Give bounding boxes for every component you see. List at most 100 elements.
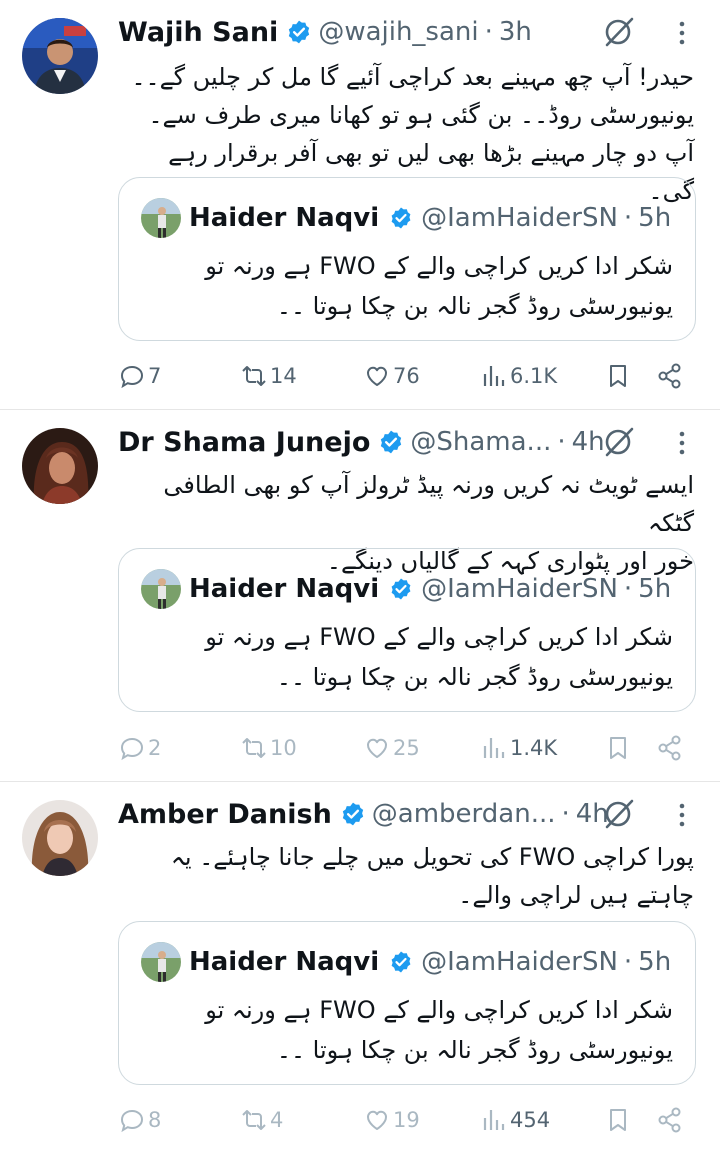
tweet-header: Dr Shama Junejo @Shama... · 4h xyxy=(118,424,605,460)
bookmark-icon xyxy=(610,737,626,759)
tweet-text-line: حیدر! آپ چھ مہینے بعد کراچی آئیے گا مل ک… xyxy=(131,63,694,91)
bookmark-button[interactable] xyxy=(604,1100,632,1140)
tweet-time[interactable]: 4h xyxy=(572,427,605,457)
like-count: 25 xyxy=(393,736,420,760)
tweet-text: پورا کراچی FWO کی تحویل میں چلے جانا چاہ… xyxy=(118,838,694,914)
quoted-text-line: شکر ادا کریں کراچی والے کے FWO ہے ورنہ ت… xyxy=(205,996,673,1024)
separator-dot: · xyxy=(484,17,493,47)
verified-badge-icon xyxy=(389,577,413,601)
reply-icon xyxy=(120,1109,144,1133)
reply-count: 8 xyxy=(148,1108,162,1132)
views-button[interactable]: 454 xyxy=(480,1100,550,1140)
tweet-text-line: یونیورسٹی روڈ۔۔ بن گئی ہو تو کھانا میری … xyxy=(148,101,694,129)
like-count: 19 xyxy=(393,1108,420,1132)
quoted-tweet-text: شکر ادا کریں کراچی والے کے FWO ہے ورنہ ت… xyxy=(139,617,673,697)
quoted-tweet-time: 5h xyxy=(638,947,672,977)
tweet[interactable]: Amber Danish @amberdan... · 4h پورا کراچ… xyxy=(0,782,720,1155)
grok-icon[interactable] xyxy=(602,425,636,459)
author-handle[interactable]: @Shama... xyxy=(410,427,551,457)
quoted-author-handle: @IamHaiderSN xyxy=(421,947,618,977)
quoted-tweet-text: شکر ادا کریں کراچی والے کے FWO ہے ورنہ ت… xyxy=(139,990,673,1070)
share-button[interactable] xyxy=(656,356,684,396)
author-avatar[interactable] xyxy=(22,428,98,504)
views-count: 454 xyxy=(510,1108,551,1132)
bookmark-icon xyxy=(610,365,626,387)
quoted-tweet-header: Haider Naqvi @IamHaiderSN · 5h xyxy=(189,198,671,238)
quoted-author-name: Haider Naqvi xyxy=(189,947,380,977)
tweet-time[interactable]: 3h xyxy=(499,17,532,47)
views-button[interactable]: 6.1K xyxy=(480,356,557,396)
views-icon xyxy=(483,366,505,386)
author-avatar[interactable] xyxy=(22,18,98,94)
quoted-tweet[interactable]: Haider Naqvi @IamHaiderSN · 5h شکر ادا ک… xyxy=(118,921,696,1085)
reply-button[interactable]: 7 xyxy=(118,356,161,396)
grok-icon[interactable] xyxy=(602,15,636,49)
quoted-tweet-text: شکر ادا کریں کراچی والے کے FWO ہے ورنہ ت… xyxy=(139,246,673,326)
quoted-author-name: Haider Naqvi xyxy=(189,574,380,604)
repost-icon xyxy=(242,1110,266,1130)
quoted-author-avatar xyxy=(141,942,181,982)
quoted-tweet[interactable]: Haider Naqvi @IamHaiderSN · 5h شکر ادا ک… xyxy=(118,548,696,712)
more-options-icon[interactable] xyxy=(672,800,692,830)
like-button[interactable]: 25 xyxy=(363,728,420,768)
reply-button[interactable]: 8 xyxy=(118,1100,161,1140)
repost-icon xyxy=(242,738,266,758)
reply-count: 7 xyxy=(148,364,162,388)
tweet-text-line: پورا کراچی FWO کی تحویل میں چلے جانا چاہ… xyxy=(170,843,694,871)
grok-icon[interactable] xyxy=(602,797,636,831)
repost-button[interactable]: 14 xyxy=(240,356,297,396)
views-count: 1.4K xyxy=(510,736,558,760)
more-options-icon[interactable] xyxy=(672,428,692,458)
author-handle[interactable]: @wajih_sani xyxy=(318,17,478,47)
author-handle[interactable]: @amberdan... xyxy=(372,799,556,829)
tweet-text-line: چاہتے ہیں لراچی والے۔ xyxy=(458,881,694,909)
quoted-tweet[interactable]: Haider Naqvi @IamHaiderSN · 5h شکر ادا ک… xyxy=(118,177,696,341)
like-icon xyxy=(367,366,387,386)
tweet[interactable]: Dr Shama Junejo @Shama... · 4h ایسے ٹویٹ… xyxy=(0,410,720,782)
repost-button[interactable]: 10 xyxy=(240,728,297,768)
bookmark-button[interactable] xyxy=(604,728,632,768)
author-name[interactable]: Amber Danish xyxy=(118,799,332,830)
like-icon xyxy=(367,1110,387,1130)
quoted-text-line: یونیورسٹی روڈ گجر نالہ بن چکا ہوتا ۔۔ xyxy=(276,663,673,691)
author-name[interactable]: Dr Shama Junejo xyxy=(118,427,370,458)
share-icon xyxy=(658,363,681,389)
repost-count: 10 xyxy=(270,736,297,760)
separator-dot: · xyxy=(623,947,633,977)
quoted-tweet-header: Haider Naqvi @IamHaiderSN · 5h xyxy=(189,569,671,609)
separator-dot: · xyxy=(561,799,570,829)
verified-badge-icon xyxy=(286,19,312,45)
separator-dot: · xyxy=(557,427,566,457)
share-icon xyxy=(658,735,681,761)
tweet[interactable]: Wajih Sani @wajih_sani · 3h حیدر! آپ چھ … xyxy=(0,0,720,410)
bookmark-button[interactable] xyxy=(604,356,632,396)
share-icon xyxy=(658,1107,681,1133)
like-count: 76 xyxy=(393,364,420,388)
views-icon xyxy=(483,1110,505,1130)
tweet-actions: 8 4 19 454 xyxy=(118,1100,698,1140)
quoted-author-handle: @IamHaiderSN xyxy=(421,203,618,233)
tweet-text-line: ایسے ٹویٹ نہ کریں ورنہ پیڈ ٹرولز آپ کو ب… xyxy=(163,471,694,537)
quoted-tweet-time: 5h xyxy=(638,574,672,604)
tweet-header: Amber Danish @amberdan... · 4h xyxy=(118,796,609,832)
separator-dot: · xyxy=(623,574,633,604)
like-button[interactable]: 19 xyxy=(363,1100,420,1140)
reply-count: 2 xyxy=(148,736,162,760)
views-button[interactable]: 1.4K xyxy=(480,728,557,768)
quoted-author-avatar xyxy=(141,198,181,238)
share-button[interactable] xyxy=(656,728,684,768)
more-options-icon[interactable] xyxy=(672,18,692,48)
bookmark-icon xyxy=(610,1109,626,1131)
repost-count: 14 xyxy=(270,364,297,388)
verified-badge-icon xyxy=(340,801,366,827)
verified-badge-icon xyxy=(389,206,413,230)
quoted-text-line: یونیورسٹی روڈ گجر نالہ بن چکا ہوتا ۔۔ xyxy=(276,1036,673,1064)
reply-button[interactable]: 2 xyxy=(118,728,161,768)
author-avatar[interactable] xyxy=(22,800,98,876)
author-name[interactable]: Wajih Sani xyxy=(118,17,278,48)
repost-button[interactable]: 4 xyxy=(240,1100,283,1140)
quoted-text-line: شکر ادا کریں کراچی والے کے FWO ہے ورنہ ت… xyxy=(205,623,673,651)
share-button[interactable] xyxy=(656,1100,684,1140)
quoted-tweet-header: Haider Naqvi @IamHaiderSN · 5h xyxy=(189,942,671,982)
like-button[interactable]: 76 xyxy=(363,356,420,396)
